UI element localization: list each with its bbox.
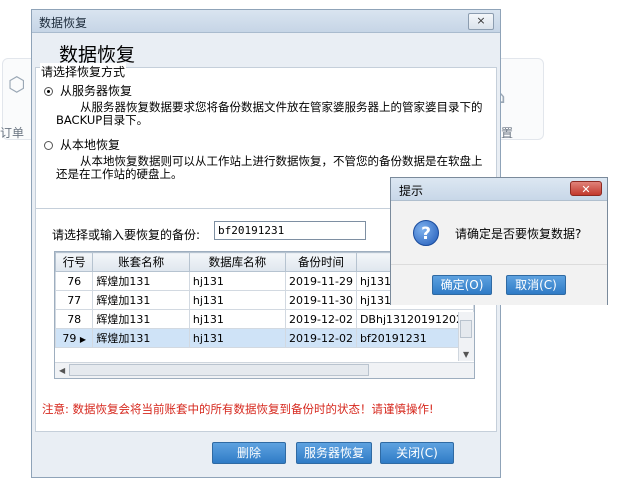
confirm-message: 请确定是否要恢复数据? (455, 227, 582, 241)
close-button[interactable]: 关闭(C) (380, 442, 454, 464)
scroll-left-icon[interactable]: ◀ (59, 366, 65, 375)
backup-name: bf20191231 (355, 328, 474, 348)
server-restore-radio[interactable] (44, 87, 53, 96)
local-restore-radio[interactable] (44, 141, 53, 150)
column-header-backup-time[interactable]: 备份时间 (285, 252, 357, 272)
row-number: 77 (55, 290, 94, 310)
warning-text: 注意: 数据恢复会将当前账套中的所有数据恢复到备份时的状态！请谨慎操作! (42, 402, 434, 416)
backup-input[interactable]: bf20191231 (214, 221, 366, 240)
confirm-close-icon[interactable]: ✕ (570, 181, 602, 196)
database-name: hj131 (188, 271, 287, 291)
column-header-database[interactable]: 数据库名称 (188, 252, 287, 272)
scroll-down-icon[interactable]: ▼ (463, 350, 469, 359)
table-row[interactable]: 78 辉煌加131 hj131 2019-12-02 DBhj131201912… (55, 309, 474, 329)
vertical-scroll-thumb[interactable] (460, 320, 472, 338)
backup-select-label: 请选择或输入要恢复的备份: (52, 228, 201, 242)
dialog-title: 数据恢复 (39, 16, 88, 30)
account-name: 辉煌加131 (92, 328, 190, 348)
row-pointer-icon: ▶ (79, 334, 87, 344)
question-icon: ? (413, 220, 439, 246)
box-icon: ⬡ (8, 72, 26, 96)
ok-button[interactable]: 确定(O) (432, 275, 492, 295)
backup-time: 2019-12-02 (285, 328, 357, 348)
cancel-button[interactable]: 取消(C) (506, 275, 566, 295)
delete-button[interactable]: 删除 (212, 442, 286, 464)
restore-mode-group-label: 请选择恢复方式 (40, 63, 127, 80)
horizontal-scrollbar[interactable]: ◀ (55, 362, 474, 378)
confirm-footer (391, 264, 607, 305)
horizontal-scroll-thumb[interactable] (69, 364, 369, 376)
backup-name: DBhj131201912021 (355, 309, 474, 329)
server-restore-label[interactable]: 从服务器恢复 (60, 82, 132, 99)
confirm-titlebar[interactable]: 提示 ✕ (391, 178, 607, 201)
backup-time: 2019-12-02 (285, 309, 357, 329)
server-restore-button[interactable]: 服务器恢复 (296, 442, 372, 464)
background-label-left: 订单 (0, 126, 25, 140)
database-name: hj131 (188, 309, 287, 329)
column-header-account[interactable]: 账套名称 (92, 252, 190, 272)
backup-time: 2019-11-30 (285, 290, 357, 310)
vertical-scrollbar[interactable]: ▼ (458, 312, 474, 361)
account-name: 辉煌加131 (92, 309, 190, 329)
row-number: 79 ▶ (55, 328, 94, 348)
account-name: 辉煌加131 (92, 271, 190, 291)
row-number: 78 (55, 309, 94, 329)
local-restore-label[interactable]: 从本地恢复 (60, 136, 120, 153)
dialog-titlebar[interactable]: 数据恢复 × (32, 10, 500, 33)
column-header-row-no[interactable]: 行号 (55, 252, 94, 272)
database-name: hj131 (188, 290, 287, 310)
close-icon[interactable]: × (468, 13, 494, 30)
table-row-selected[interactable]: 79 ▶ 辉煌加131 hj131 2019-12-02 bf20191231 (55, 328, 474, 348)
backup-time: 2019-11-29 (285, 271, 357, 291)
row-number: 76 (55, 271, 94, 291)
account-name: 辉煌加131 (92, 290, 190, 310)
background-label-right: 置 (501, 126, 514, 140)
server-restore-description: 从服务器恢复数据要求您将备份数据文件放在管家婆服务器上的管家婆目录下的BACKU… (56, 100, 483, 127)
confirm-dialog: 提示 ✕ ? 请确定是否要恢复数据? 确定(O) 取消(C) (390, 177, 608, 305)
database-name: hj131 (188, 328, 287, 348)
confirm-title: 提示 (399, 184, 424, 198)
